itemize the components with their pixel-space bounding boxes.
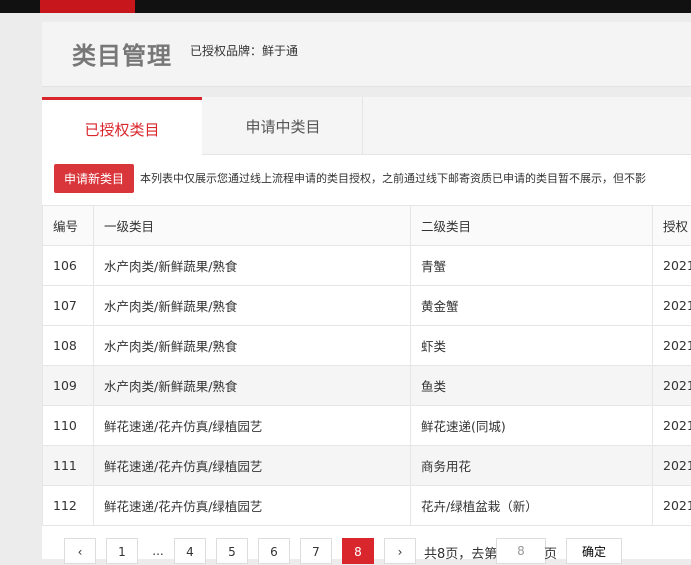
cell-id: 110 [43, 406, 94, 446]
cell-id: 108 [43, 326, 94, 366]
cell-level2: 商务用花 [411, 446, 653, 486]
page-6-button[interactable]: 6 [258, 538, 290, 564]
cell-level1: 鲜花速递/花卉仿真/绿植园艺 [94, 446, 411, 486]
cell-level1: 水产肉类/新鲜蔬果/熟食 [94, 366, 411, 406]
cell-id: 111 [43, 446, 94, 486]
page-number-input[interactable] [496, 538, 546, 564]
page-title: 类目管理 [72, 36, 172, 71]
table-row: 111 鲜花速递/花卉仿真/绿植园艺 商务用花 2021 [43, 446, 691, 486]
page-8-button[interactable]: 8 [342, 538, 374, 564]
page-5-button[interactable]: 5 [216, 538, 248, 564]
notice-row: 申请新类目 本列表中仅展示您通过线上流程申请的类目授权，之前通过线下邮寄资质已申… [42, 161, 691, 195]
confirm-page-button[interactable]: 确定 [566, 538, 622, 564]
table-row: 108 水产肉类/新鲜蔬果/熟食 虾类 2021 [43, 326, 691, 366]
cell-auth-time: 2021 [653, 366, 691, 406]
table-row: 106 水产肉类/新鲜蔬果/熟食 青蟹 2021 [43, 246, 691, 286]
page-1-button[interactable]: 1 [106, 538, 138, 564]
notice-text: 本列表中仅展示您通过线上流程申请的类目授权，之前通过线下邮寄资质已申请的类目暂不… [140, 170, 646, 186]
cell-auth-time: 2021 [653, 486, 691, 526]
next-page-button[interactable]: › [384, 538, 416, 564]
page-7-button[interactable]: 7 [300, 538, 332, 564]
header-id: 编号 [43, 206, 94, 246]
cell-level2: 鱼类 [411, 366, 653, 406]
cell-id: 112 [43, 486, 94, 526]
cell-auth-time: 2021 [653, 246, 691, 286]
cell-auth-time: 2021 [653, 326, 691, 366]
table-row: 107 水产肉类/新鲜蔬果/熟食 黄金蟹 2021 [43, 286, 691, 326]
cell-level2: 虾类 [411, 326, 653, 366]
cell-level1: 鲜花速递/花卉仿真/绿植园艺 [94, 406, 411, 446]
tab-authorized[interactable]: 已授权类目 [42, 97, 202, 155]
category-table: 编号 一级类目 二级类目 授权 106 水产肉类/新鲜蔬果/熟食 青蟹 2021… [42, 205, 691, 526]
brand-label: 已授权品牌： [190, 44, 262, 58]
category-card: 已授权类目 申请中类目 申请新类目 本列表中仅展示您通过线上流程申请的类目授权，… [42, 97, 691, 559]
page-4-button[interactable]: 4 [174, 538, 206, 564]
header-level1: 一级类目 [94, 206, 411, 246]
cell-auth-time: 2021 [653, 286, 691, 326]
page-header: 类目管理 已授权品牌：鲜于通 [42, 22, 691, 87]
authorized-brand: 已授权品牌：鲜于通 [190, 42, 298, 59]
cell-auth-time: 2021 [653, 406, 691, 446]
cell-id: 107 [43, 286, 94, 326]
apply-category-button[interactable]: 申请新类目 [54, 164, 134, 193]
table-row: 109 水产肉类/新鲜蔬果/熟食 鱼类 2021 [43, 366, 691, 406]
cell-auth-time: 2021 [653, 446, 691, 486]
cell-level1: 水产肉类/新鲜蔬果/熟食 [94, 326, 411, 366]
table-row: 110 鲜花速递/花卉仿真/绿植园艺 鲜花速递(同城) 2021 [43, 406, 691, 446]
header-level2: 二级类目 [411, 206, 653, 246]
table-header-row: 编号 一级类目 二级类目 授权 [43, 206, 691, 246]
cell-level1: 水产肉类/新鲜蔬果/熟食 [94, 246, 411, 286]
cell-level1: 水产肉类/新鲜蔬果/熟食 [94, 286, 411, 326]
table-row: 112 鲜花速递/花卉仿真/绿植园艺 花卉/绿植盆栽（新） 2021 [43, 486, 691, 526]
tab-bar: 已授权类目 申请中类目 [42, 97, 691, 155]
cell-level2: 青蟹 [411, 246, 653, 286]
page-suffix-text: 页 [544, 543, 557, 562]
brand-value: 鲜于通 [262, 44, 298, 58]
cell-level1: 鲜花速递/花卉仿真/绿植园艺 [94, 486, 411, 526]
tab-pending[interactable]: 申请中类目 [204, 97, 363, 154]
cell-level2: 花卉/绿植盆栽（新） [411, 486, 653, 526]
top-bar-accent [40, 0, 135, 13]
prev-page-button[interactable]: ‹ [64, 538, 96, 564]
header-auth-time: 授权 [653, 206, 691, 246]
page-ellipsis: ... [142, 538, 174, 564]
total-pages-text: 共8页，去第 [424, 543, 497, 562]
cell-level2: 鲜花速递(同城) [411, 406, 653, 446]
cell-level2: 黄金蟹 [411, 286, 653, 326]
cell-id: 106 [43, 246, 94, 286]
cell-id: 109 [43, 366, 94, 406]
